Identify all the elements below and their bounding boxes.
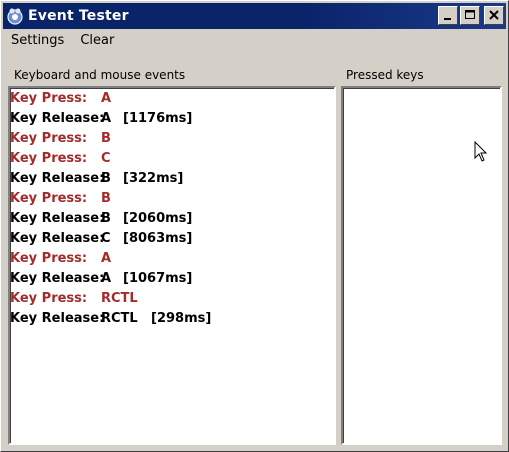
event-key: B <box>101 191 111 206</box>
event-row: Key Press: B <box>10 189 334 209</box>
mouse-pointer-icon <box>474 141 488 162</box>
events-panel-label: Keyboard and mouse events <box>14 68 186 82</box>
menu-bar: Settings Clear <box>3 31 122 51</box>
event-duration: [8063ms] <box>123 231 193 246</box>
app-window: Event Tester Settings Clear Keyboard and… <box>0 0 509 452</box>
event-key: A <box>101 271 112 286</box>
event-duration: [322ms] <box>123 171 184 186</box>
event-duration: [2060ms] <box>123 211 193 226</box>
event-duration: [298ms] <box>151 311 212 326</box>
event-row: Key Release: A [1067ms] <box>10 269 334 289</box>
event-kind: Key Release: <box>10 311 105 326</box>
event-row: Key Release: B [2060ms] <box>10 209 334 229</box>
event-row: Key Release: B [322ms] <box>10 169 334 189</box>
event-kind: Key Release: <box>10 211 105 226</box>
menu-settings[interactable]: Settings <box>3 31 72 51</box>
event-row: Key Release: RCTL [298ms] <box>10 309 334 329</box>
event-row: Key Press: A <box>10 249 334 269</box>
close-icon <box>489 10 499 20</box>
event-kind: Key Press: <box>10 91 88 106</box>
event-row: Key Press: C <box>10 149 334 169</box>
minimize-button[interactable] <box>438 6 458 25</box>
event-key: B <box>101 131 111 146</box>
event-key: C <box>101 151 111 166</box>
event-key: B <box>101 171 111 186</box>
event-kind: Key Press: <box>10 151 88 166</box>
maximize-button[interactable] <box>460 6 480 25</box>
event-row: Key Release: A [1176ms] <box>10 109 334 129</box>
event-key: A <box>101 251 112 266</box>
menu-clear[interactable]: Clear <box>72 31 122 51</box>
event-row: Key Press: B <box>10 129 334 149</box>
event-kind: Key Release: <box>10 111 105 126</box>
event-key: A <box>101 111 112 126</box>
close-button[interactable] <box>484 6 504 25</box>
event-duration: [1067ms] <box>123 271 193 286</box>
event-tester-app-icon[interactable] <box>6 7 24 25</box>
event-key: RCTL <box>101 311 138 326</box>
event-kind: Key Press: <box>10 251 88 266</box>
event-key: RCTL <box>101 291 138 306</box>
event-duration: [1176ms] <box>123 111 193 126</box>
window-title: Event Tester <box>28 8 129 24</box>
event-kind: Key Release: <box>10 231 105 246</box>
event-kind: Key Press: <box>10 131 88 146</box>
title-bar[interactable]: Event Tester <box>3 3 506 29</box>
pressed-keys-list[interactable] <box>341 86 502 445</box>
event-kind: Key Press: <box>10 191 88 206</box>
event-key: C <box>101 231 111 246</box>
minimize-icon <box>444 18 451 20</box>
pressed-keys-label: Pressed keys <box>346 68 424 82</box>
event-key: A <box>101 91 112 106</box>
event-row: Key Press: A <box>10 89 334 109</box>
events-list[interactable]: Key Press: A Key Release: A [1176ms] Key Pres… <box>8 86 336 445</box>
event-kind: Key Release: <box>10 171 105 186</box>
event-key: B <box>101 211 111 226</box>
event-kind: Key Release: <box>10 271 105 286</box>
event-row: Key Press: RCTL <box>10 289 334 309</box>
event-kind: Key Press: <box>10 291 88 306</box>
maximize-icon <box>465 10 475 19</box>
event-row: Key Release: C [8063ms] <box>10 229 334 249</box>
